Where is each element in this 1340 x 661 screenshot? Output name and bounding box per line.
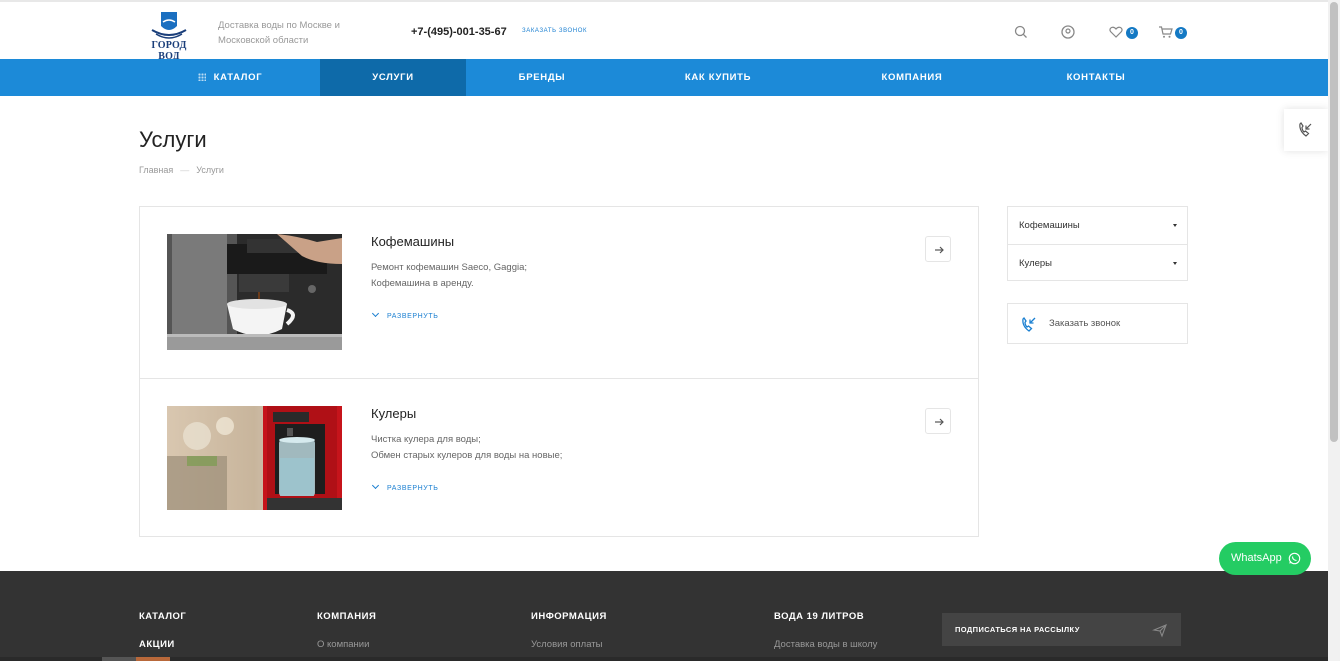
footer-heading-catalog[interactable]: КАТАЛОГ — [139, 611, 186, 622]
footer-bottom-tab[interactable] — [136, 657, 170, 661]
footer-link-about[interactable]: О компании — [317, 639, 369, 650]
footer-heading-info[interactable]: ИНФОРМАЦИЯ — [531, 611, 607, 622]
nav-item-contacts[interactable]: КОНТАКТЫ — [1006, 59, 1186, 96]
sidebar-item-label: Кулеры — [1019, 258, 1053, 269]
chevron-down-icon — [371, 481, 380, 490]
sidebar-item-coolers[interactable]: Кулеры — [1008, 244, 1187, 281]
search-icon[interactable] — [1013, 24, 1029, 40]
service-title[interactable]: Кофемашины — [371, 234, 454, 249]
service-description-line: Обмен старых кулеров для воды на новые; — [371, 450, 563, 461]
service-description-line: Чистка кулера для воды; — [371, 434, 481, 445]
footer-link-promotions[interactable]: АКЦИИ — [139, 639, 175, 650]
whatsapp-icon — [1288, 552, 1301, 565]
nav-item-label: КАТАЛОГ — [213, 72, 263, 83]
chevron-down-icon — [371, 309, 380, 318]
nav-item-company[interactable]: КОМПАНИЯ — [818, 59, 1006, 96]
service-item-coolers: Кулеры Чистка кулера для воды; Обмен ста… — [140, 378, 978, 536]
open-service-button[interactable] — [925, 236, 951, 262]
cart-icon[interactable] — [1158, 24, 1174, 40]
expand-link[interactable]: РАЗВЕРНУТЬ — [371, 309, 439, 320]
user-icon[interactable] — [1060, 24, 1076, 40]
footer-heading-water[interactable]: ВОДА 19 ЛИТРОВ — [774, 611, 864, 622]
footer-bottom-bar — [0, 657, 1328, 661]
footer-heading-company[interactable]: КОМПАНИЯ — [317, 611, 376, 622]
services-list: Кофемашины Ремонт кофемашин Saeco, Gaggi… — [139, 206, 979, 537]
floating-callback-button[interactable] — [1284, 109, 1328, 151]
phone-callback-icon — [1022, 316, 1036, 332]
footer-bottom-tab[interactable] — [102, 657, 136, 661]
sidebar-item-label: Кофемашины — [1019, 220, 1080, 231]
arrow-right-icon — [935, 418, 944, 426]
arrow-right-icon — [935, 246, 944, 254]
water-cooler-image[interactable] — [167, 406, 342, 510]
breadcrumb: Главная — Услуги — [139, 165, 224, 175]
breadcrumb-current: Услуги — [196, 165, 224, 175]
service-description-line: Ремонт кофемашин Saeco, Gaggia; — [371, 262, 528, 273]
footer: КАТАЛОГ АКЦИИ КОМПАНИЯ О компании ИНФОРМ… — [0, 571, 1328, 661]
logo[interactable]: ГОРОД ВОД — [142, 10, 196, 62]
phone-number[interactable]: +7-(495)-001-35-67 — [411, 26, 507, 38]
subscribe-button[interactable]: ПОДПИСАТЬСЯ НА РАССЫЛКУ — [942, 613, 1181, 646]
open-service-button[interactable] — [925, 408, 951, 434]
caret-down-icon — [1173, 224, 1177, 227]
nav-item-services[interactable]: УСЛУГИ — [320, 59, 466, 96]
sidebar-menu: Кофемашины Кулеры — [1007, 206, 1188, 281]
scrollbar[interactable] — [1328, 0, 1340, 661]
grid-icon — [197, 73, 206, 81]
page: ГОРОД ВОД Доставка воды по Москве и Моск… — [0, 0, 1340, 661]
nav-item-brands[interactable]: БРЕНДЫ — [466, 59, 618, 96]
logo-emblem-icon — [151, 12, 187, 39]
expand-label: РАЗВЕРНУТЬ — [387, 313, 439, 320]
tagline: Доставка воды по Москве и Московской обл… — [218, 20, 340, 46]
header: ГОРОД ВОД Доставка воды по Москве и Моск… — [0, 0, 1328, 62]
expand-link[interactable]: РАЗВЕРНУТЬ — [371, 481, 439, 492]
service-item-coffee: Кофемашины Ремонт кофемашин Saeco, Gaggi… — [140, 207, 978, 378]
callback-link[interactable]: ЗАКАЗАТЬ ЗВОНОК — [522, 28, 587, 34]
breadcrumb-separator: — — [180, 165, 190, 175]
footer-link-school-delivery[interactable]: Доставка воды в школу — [774, 639, 877, 650]
cart-count-badge: 0 — [1175, 27, 1187, 39]
subscribe-label: ПОДПИСАТЬСЯ НА РАССЫЛКУ — [955, 625, 1080, 634]
favorites-count-badge: 0 — [1126, 27, 1138, 39]
sidebar-callback-label: Заказать звонок — [1049, 318, 1121, 329]
main-nav: КАТАЛОГ УСЛУГИ БРЕНДЫ КАК КУПИТЬ КОМПАНИ… — [0, 59, 1328, 96]
expand-label: РАЗВЕРНУТЬ — [387, 485, 439, 492]
nav-item-how-to-buy[interactable]: КАК КУПИТЬ — [618, 59, 818, 96]
coffee-machine-image[interactable] — [167, 234, 342, 350]
nav-item-catalog[interactable]: КАТАЛОГ — [140, 59, 320, 96]
send-icon — [1152, 624, 1167, 638]
service-description: Чистка кулера для воды; Обмен старых кул… — [371, 432, 562, 464]
service-description-line: Кофемашина в аренду. — [371, 278, 474, 289]
service-title[interactable]: Кулеры — [371, 406, 416, 421]
page-title: Услуги — [139, 127, 207, 152]
footer-link-payment[interactable]: Условия оплаты — [531, 639, 602, 650]
phone-callback-icon — [1299, 122, 1312, 137]
service-description: Ремонт кофемашин Saeco, Gaggia; Кофемаши… — [371, 260, 527, 292]
breadcrumb-home[interactable]: Главная — [139, 165, 173, 175]
whatsapp-label: WhatsApp — [1231, 552, 1282, 564]
caret-down-icon — [1173, 262, 1177, 265]
whatsapp-button[interactable]: WhatsApp — [1219, 542, 1311, 575]
scrollbar-thumb[interactable] — [1330, 2, 1338, 442]
heart-icon[interactable] — [1108, 24, 1124, 40]
sidebar-callback-button[interactable]: Заказать звонок — [1007, 303, 1188, 344]
sidebar-item-coffee[interactable]: Кофемашины — [1008, 207, 1187, 244]
